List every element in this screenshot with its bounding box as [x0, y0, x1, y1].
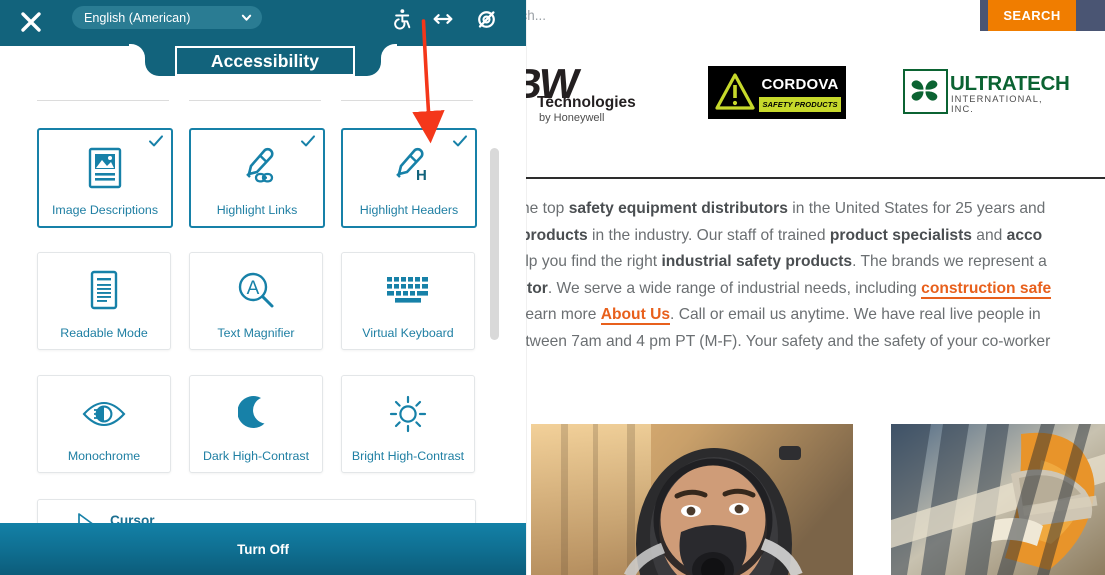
text-run: . Call or email us anytime. We have real… [670, 306, 1041, 324]
language-select-value: English (American) [84, 10, 191, 25]
chevron-down-icon [241, 14, 252, 21]
moon-icon [190, 390, 322, 438]
virtual-keyboard-icon [342, 267, 474, 315]
content-divider [514, 177, 1105, 179]
text-run: help you find the right [508, 253, 662, 271]
text-magnifier-icon: A [190, 267, 322, 315]
column-divider [37, 100, 169, 101]
column-divider [341, 100, 473, 101]
ultratech-mark-box [903, 69, 948, 114]
scrollbar-thumb[interactable] [490, 148, 499, 340]
tile-label: Text Magnifier [217, 326, 295, 340]
tile-label: Readable Mode [60, 326, 148, 340]
tile-highlight-links[interactable]: Highlight Links [189, 128, 325, 228]
move-horizontal-icon[interactable] [428, 4, 458, 34]
cordova-name-text: CORDOVA [761, 75, 839, 93]
text-run: . The brands we represent a [852, 253, 1047, 271]
close-icon[interactable] [14, 5, 48, 39]
tile-label: Image Descriptions [51, 203, 159, 217]
turn-off-button[interactable]: Turn Off [0, 523, 526, 575]
cordova-subtitle-text: SAFETY PRODUCTS [759, 97, 841, 112]
inline-link[interactable]: About Us [600, 306, 671, 326]
tile-image-descriptions[interactable]: Image Descriptions [37, 128, 173, 228]
monochrome-eye-icon [38, 390, 170, 438]
tile-readable-mode[interactable]: Readable Mode [37, 252, 171, 350]
bold-phrase: acco [1006, 226, 1043, 244]
tile-dark-high-contrast[interactable]: Dark High-Contrast [189, 375, 323, 473]
bw-honeywell-text: by Honeywell [539, 112, 605, 124]
hide-interface-icon[interactable] [471, 4, 501, 34]
text-run: between 7am and 4 pm PT (M-F). Your safe… [508, 332, 1051, 350]
tile-bright-high-contrast[interactable]: Bright High-Contrast [341, 375, 475, 473]
text-run: in the United States for 25 years and [787, 200, 1046, 217]
photo-respirator-worker [531, 424, 853, 575]
column-divider [189, 100, 321, 101]
ultratech-name-text: ULTRATECH [950, 72, 1070, 95]
language-select[interactable]: English (American) [72, 6, 262, 29]
brand-logo-ultratech[interactable]: ULTRATECH INTERNATIONAL, INC. [903, 69, 1070, 114]
brand-logo-bw-technologies[interactable]: BW Technologies by Honeywell [508, 60, 662, 124]
sun-icon [342, 390, 474, 438]
widget-header: English (American) [0, 0, 526, 46]
text-run: and [971, 226, 1007, 244]
search-bar-right-cap [1080, 0, 1105, 31]
inline-link[interactable]: construction safe [921, 279, 1052, 299]
bw-technologies-text: Technologies [537, 94, 636, 111]
tile-highlight-headers[interactable]: H Highlight Headers [341, 128, 477, 228]
tile-label: Highlight Links [216, 203, 298, 217]
tile-label: Dark High-Contrast [202, 449, 310, 463]
tile-label: Highlight Headers [359, 203, 459, 217]
photo-safety-gloves [891, 424, 1105, 575]
text-run: in the industry. Our staff of trained [587, 226, 830, 244]
accessibility-reset-icon[interactable] [387, 4, 417, 34]
tile-text-magnifier[interactable]: A Text Magnifier [189, 252, 323, 350]
svg-text:H: H [416, 167, 427, 184]
tile-label: Monochrome [67, 449, 141, 463]
brand-logo-cordova[interactable]: CORDOVA SAFETY PRODUCTS [708, 66, 846, 119]
ultratech-subtitle-text: INTERNATIONAL, INC. [951, 94, 1043, 114]
tile-label: Bright High-Contrast [351, 449, 465, 463]
tile-virtual-keyboard[interactable]: Virtual Keyboard [341, 252, 475, 350]
warning-triangle-icon [715, 73, 755, 110]
feature-tiles-grid: Image Descriptions Highlight Links H Hig… [0, 46, 500, 571]
widget-scrollbar[interactable] [490, 90, 499, 520]
tile-label: Virtual Keyboard [362, 326, 454, 340]
bold-phrase: safety equipment distributors [568, 200, 788, 217]
accessibility-widget: English (American) Accessibility Image D… [0, 0, 526, 575]
turn-off-label: Turn Off [237, 541, 289, 557]
highlight-headers-icon: H [343, 144, 475, 192]
tile-monochrome[interactable]: Monochrome [37, 375, 171, 473]
readable-mode-icon [38, 267, 170, 315]
highlight-links-icon [191, 144, 323, 192]
text-run: . We serve a wide range of industrial ne… [547, 279, 922, 297]
image-descriptions-icon [39, 144, 171, 192]
bold-phrase: industrial safety products [661, 253, 853, 271]
bold-phrase: product specialists [829, 226, 972, 244]
search-button[interactable]: SEARCH [988, 0, 1076, 31]
clover-icon [911, 80, 938, 101]
svg-text:A: A [247, 278, 260, 299]
